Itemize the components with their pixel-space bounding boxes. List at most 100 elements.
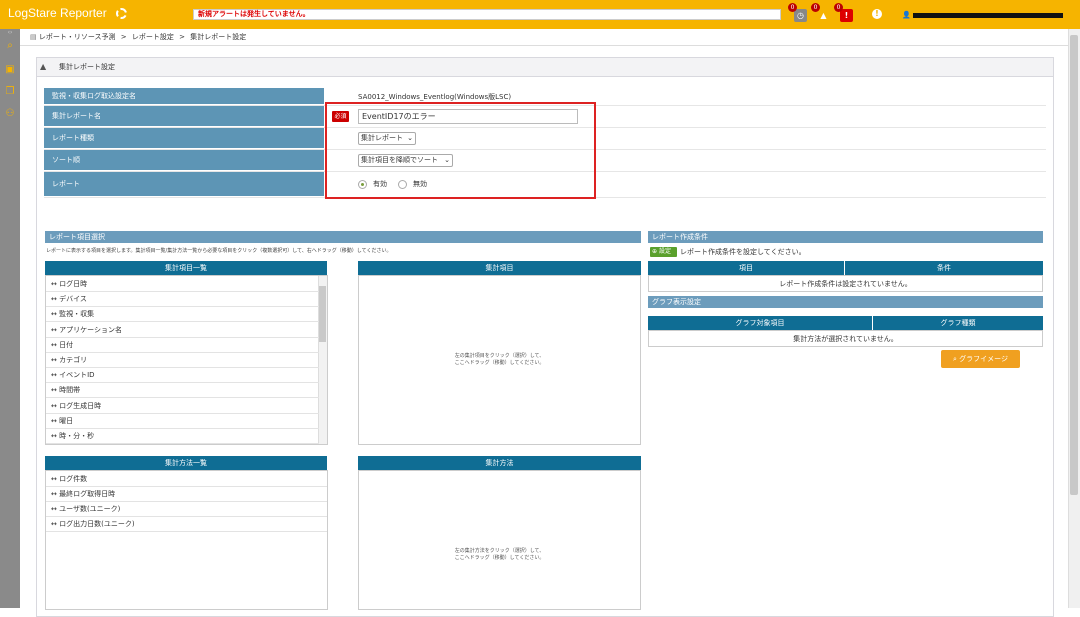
list-item-label: 時・分・秒 (59, 432, 95, 440)
item-list-scrollbar-thumb[interactable] (319, 286, 326, 342)
list-item[interactable]: ↔ アプリケーション名 (46, 323, 319, 338)
list-item[interactable]: ↔ ログ出力日数(ユニーク) (46, 517, 327, 532)
column-header: 条件 (845, 261, 1043, 275)
list-item-label: 曜日 (59, 416, 74, 425)
drag-arrows-icon: ↔ (51, 386, 60, 395)
graph-button-label: グラフイメージ (959, 355, 1009, 363)
list-item-label: 最終ログ取得日時 (59, 490, 116, 498)
user-icon: 👤 (902, 11, 911, 19)
search-icon: ⌕ (952, 355, 957, 363)
info-icon[interactable]: ! (872, 9, 882, 19)
list-item[interactable]: ↔ 時・分・秒 (46, 429, 319, 444)
method-target-header: 集計方法 (358, 456, 641, 470)
item-list-header: 集計項目一覧 (45, 261, 327, 275)
drag-arrows-icon: ↔ (51, 432, 60, 440)
list-item[interactable]: ↔ 最終ログ取得日時 (46, 487, 327, 502)
warning-icon[interactable]: ▲ (817, 9, 830, 22)
add-icon: ⊕ (652, 248, 658, 255)
list-item[interactable]: ↔ 時間帯 (46, 383, 319, 399)
drag-arrows-icon: ↔ (51, 340, 60, 349)
list-item-label: イベントID (59, 371, 95, 380)
method-drop-zone[interactable] (358, 470, 641, 610)
list-item[interactable]: ↔ ログ生成日時 (46, 399, 319, 414)
page-scrollbar-thumb[interactable] (1070, 35, 1078, 495)
method-list-header: 集計方法一覧 (45, 456, 327, 470)
search-icon[interactable]: ⌕ (0, 38, 20, 54)
list-item-label: アプリケーション名 (59, 325, 122, 334)
drag-arrows-icon: ↔ (51, 401, 60, 410)
alert-banner[interactable]: 新規アラートは発生していません。 (193, 9, 781, 20)
collapse-arrow-icon[interactable]: ‹› (0, 29, 20, 37)
field-label: 監視・収集ログ取込設定名 (44, 88, 324, 105)
list-item[interactable]: ↔ カテゴリ (46, 353, 319, 368)
target-header: 集計項目 (358, 261, 641, 275)
list-item-label: ログ件数 (59, 475, 88, 483)
drag-arrows-icon: ↔ (51, 505, 60, 513)
list-item[interactable]: ↔ ログ日時 (46, 277, 319, 292)
drop-hint: 左の集計方法をクリック（選択）して、 ここへドラッグ（移動）してください。 (358, 548, 641, 562)
warning-icon: ▲ (40, 62, 47, 71)
list-item[interactable]: ↔ 日付 (46, 338, 319, 353)
set-button-label: 設定 (658, 248, 671, 255)
app-title[interactable]: LogStare Reporter (8, 6, 107, 20)
field-label: レポート (44, 172, 324, 197)
clock-icon[interactable]: ◷ (794, 9, 807, 22)
list-item[interactable]: ↔ イベントID (46, 368, 319, 384)
list-item[interactable]: ↔ ログ件数 (46, 472, 327, 487)
report-icon: ▤ (30, 33, 37, 41)
drag-arrows-icon: ↔ (51, 295, 60, 304)
breadcrumb-item: 集計レポート設定 (190, 33, 247, 41)
badge-count: 0 (788, 3, 797, 12)
list-item-label: ログ出力日数(ユニーク) (59, 520, 135, 528)
drag-arrows-icon: ↔ (51, 280, 60, 288)
drag-arrows-icon: ↔ (51, 371, 60, 380)
breadcrumb-item[interactable]: レポート設定 (132, 33, 174, 41)
field-label: レポート種類 (44, 128, 324, 149)
column-header: 項目 (648, 261, 844, 275)
breadcrumb-separator: > (120, 33, 127, 41)
hint-line: ここへドラッグ（移動）してください。 (454, 555, 545, 561)
user-account[interactable]: 👤 (902, 11, 1063, 19)
drag-arrows-icon: ↔ (51, 325, 60, 334)
hint-line: 左の集計項目をクリック（選択）して、 (454, 353, 545, 359)
list-item-label: 時間帯 (59, 386, 81, 395)
field-label: ソート順 (44, 150, 324, 171)
list-item-label: ユーザ数(ユニーク) (59, 505, 121, 513)
copy-icon[interactable]: ❐ (0, 84, 20, 100)
empty-message: 集計方法が選択されていません。 (793, 335, 898, 343)
hint-line: 左の集計方法をクリック（選択）して、 (454, 548, 545, 554)
breadcrumb: ▤ レポート・リソース予測 > レポート設定 > 集計レポート設定 (30, 32, 246, 42)
drag-arrows-icon: ↔ (51, 520, 60, 528)
error-icon[interactable]: ! (840, 9, 853, 22)
divider (20, 45, 1068, 46)
section-header: レポート項目選択 (45, 231, 641, 243)
image-icon[interactable]: ▣ (0, 62, 20, 78)
drag-arrows-icon: ↔ (51, 356, 60, 364)
list-item-label: 日付 (59, 340, 74, 349)
list-item[interactable]: ↔ デバイス (46, 292, 319, 308)
users-icon[interactable]: ⚇ (0, 106, 20, 122)
drag-arrows-icon: ↔ (51, 490, 60, 498)
breadcrumb-item[interactable]: レポート・リソース予測 (39, 33, 116, 41)
hint-line: ここへドラッグ（移動）してください。 (454, 360, 545, 366)
column-header: グラフ種類 (873, 316, 1043, 330)
empty-message: レポート作成条件は設定されていません。 (779, 280, 912, 288)
list-item[interactable]: ↔ 監視・収集 (46, 307, 319, 323)
section-description: レポートに表示する項目を選択します。集計項目一覧/集計方法一覧から必要な項目をク… (46, 248, 392, 254)
panel-title: 集計レポート設定 (36, 57, 1054, 77)
section-header: グラフ表示設定 (648, 296, 1043, 308)
set-condition-button[interactable]: ⊕ 設定 (650, 247, 677, 257)
list-item[interactable]: ↔ 曜日 (46, 414, 319, 429)
list-item-label: カテゴリ (59, 356, 88, 364)
highlight-box (325, 102, 596, 199)
list-item[interactable]: ↔ ユーザ数(ユニーク) (46, 502, 327, 517)
list-item-label: ログ日時 (59, 280, 88, 288)
drag-arrows-icon: ↔ (51, 416, 60, 425)
badge-count: 0 (811, 3, 820, 12)
column-header: グラフ対象項目 (648, 316, 872, 330)
drag-arrows-icon: ↔ (51, 310, 60, 319)
badge-count: 0 (834, 3, 843, 12)
list-item-label: ログ生成日時 (59, 401, 102, 410)
list-item-label: 監視・収集 (59, 310, 95, 319)
graph-image-button[interactable]: ⌕ グラフイメージ (941, 350, 1020, 368)
